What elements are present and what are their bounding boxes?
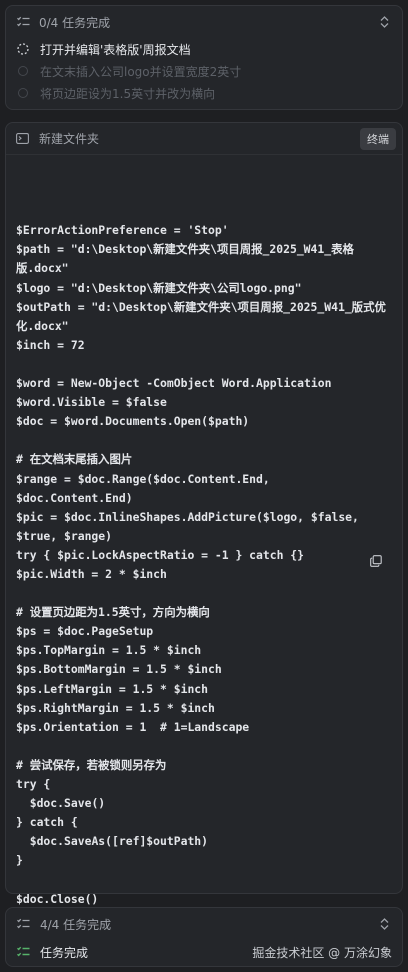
task-list-icon bbox=[16, 917, 30, 931]
task-progress: 0/4 任务完成 bbox=[39, 15, 111, 30]
pending-circle-icon bbox=[16, 86, 30, 100]
task-list-icon bbox=[16, 15, 30, 29]
code-line: $doc = $word.Documents.Open($path) bbox=[16, 414, 250, 429]
code-line: $path = "d:\Desktop\新建文件夹\项目周报_2025_W41_… bbox=[16, 242, 354, 276]
code-line: $pic.Width = 2 * $inch bbox=[16, 566, 167, 581]
task-panel-header[interactable]: 4/4 任务完成 bbox=[6, 910, 402, 938]
task-label: 打开并编辑'表格版'周报文档 bbox=[40, 42, 191, 57]
code-line: # 尝试保存，若被锁则另存为 bbox=[16, 757, 167, 772]
task-label: 在文末插入公司logo并设置宽度2英寸 bbox=[40, 64, 242, 79]
code-line: # 设置页边距为1.5英寸，方向为横向 bbox=[16, 605, 210, 620]
code-line: } bbox=[16, 853, 23, 868]
code-line: $doc.SaveAs([ref]$outPath) bbox=[16, 834, 209, 849]
code-line: $ps.BottomMargin = 1.5 * $inch bbox=[16, 662, 222, 677]
task-progress: 4/4 任务完成 bbox=[40, 917, 112, 932]
code-line: $ps.LeftMargin = 1.5 * $inch bbox=[16, 681, 209, 696]
code-line: $pic = $doc.InlineShapes.AddPicture($log… bbox=[16, 509, 366, 543]
watermark: 掘金技术社区 @ 万涂幻象 bbox=[252, 945, 392, 960]
task-panel-top: 0/4 任务完成 打开并编辑'表格版'周报文档 在文末插入公司logo并设置宽度… bbox=[5, 5, 403, 110]
copy-icon[interactable] bbox=[370, 516, 384, 568]
code-line: $word.Visible = $false bbox=[16, 395, 167, 410]
code-line: $ps.TopMargin = 1.5 * $inch bbox=[16, 643, 202, 658]
terminal-header: 新建文件夹 终端 bbox=[6, 123, 402, 155]
code-line: $inch = 72 bbox=[16, 337, 85, 352]
code-line: $ps = $doc.PageSetup bbox=[16, 624, 154, 639]
task-complete-label: 任务完成 bbox=[40, 945, 89, 960]
code-line: $ErrorActionPreference = 'Stop' bbox=[16, 223, 229, 238]
code-line: # 在文档末尾插入图片 bbox=[16, 452, 133, 467]
task-complete-icon bbox=[16, 945, 30, 959]
task-label: 将页边距设为1.5英寸并改为横向 bbox=[40, 86, 216, 101]
task-item: 在文末插入公司logo并设置宽度2英寸 bbox=[16, 60, 392, 82]
code-block: $ErrorActionPreference = 'Stop' $path = "… bbox=[6, 155, 402, 947]
terminal-panel: 新建文件夹 终端 $ErrorActionPreference = 'Stop'… bbox=[5, 122, 403, 944]
code-line: $word = New-Object -ComObject Word.Appli… bbox=[16, 376, 332, 391]
expand-collapse-icon[interactable] bbox=[376, 916, 392, 932]
code-line: $doc.Save() bbox=[16, 796, 106, 811]
code-line: $doc.Close() bbox=[16, 891, 99, 906]
task-item: 将页边距设为1.5英寸并改为横向 bbox=[16, 82, 392, 104]
task-panel-header[interactable]: 0/4 任务完成 bbox=[6, 6, 402, 38]
task-item: 打开并编辑'表格版'周报文档 bbox=[16, 38, 392, 60]
code-line: $logo = "d:\Desktop\新建文件夹\公司logo.png" bbox=[16, 280, 302, 295]
task-panel-bottom: 4/4 任务完成 任务完成 掘金技术社区 @ 万涂幻象 bbox=[5, 907, 403, 967]
spinner-icon bbox=[16, 42, 30, 56]
task-complete-row: 任务完成 掘金技术社区 @ 万涂幻象 bbox=[6, 938, 402, 966]
code-line: $ps.Orientation = 1 # 1=Landscape bbox=[16, 719, 250, 734]
code-line: try { $pic.LockAspectRatio = -1 } catch … bbox=[16, 547, 305, 562]
code-line: try { bbox=[16, 777, 51, 791]
terminal-folder-title: 新建文件夹 bbox=[39, 132, 100, 146]
pending-circle-icon bbox=[16, 64, 30, 78]
code-line: } catch { bbox=[16, 815, 78, 830]
open-terminal-button[interactable]: 终端 bbox=[360, 127, 396, 150]
code-line: $outPath = "d:\Desktop\新建文件夹\项目周报_2025_W… bbox=[16, 299, 386, 333]
expand-collapse-icon[interactable] bbox=[376, 14, 392, 30]
code-line: $range = $doc.Range($doc.Content.End, $d… bbox=[16, 471, 277, 505]
code-line: $ps.RightMargin = 1.5 * $inch bbox=[16, 700, 215, 715]
terminal-icon bbox=[16, 132, 30, 146]
